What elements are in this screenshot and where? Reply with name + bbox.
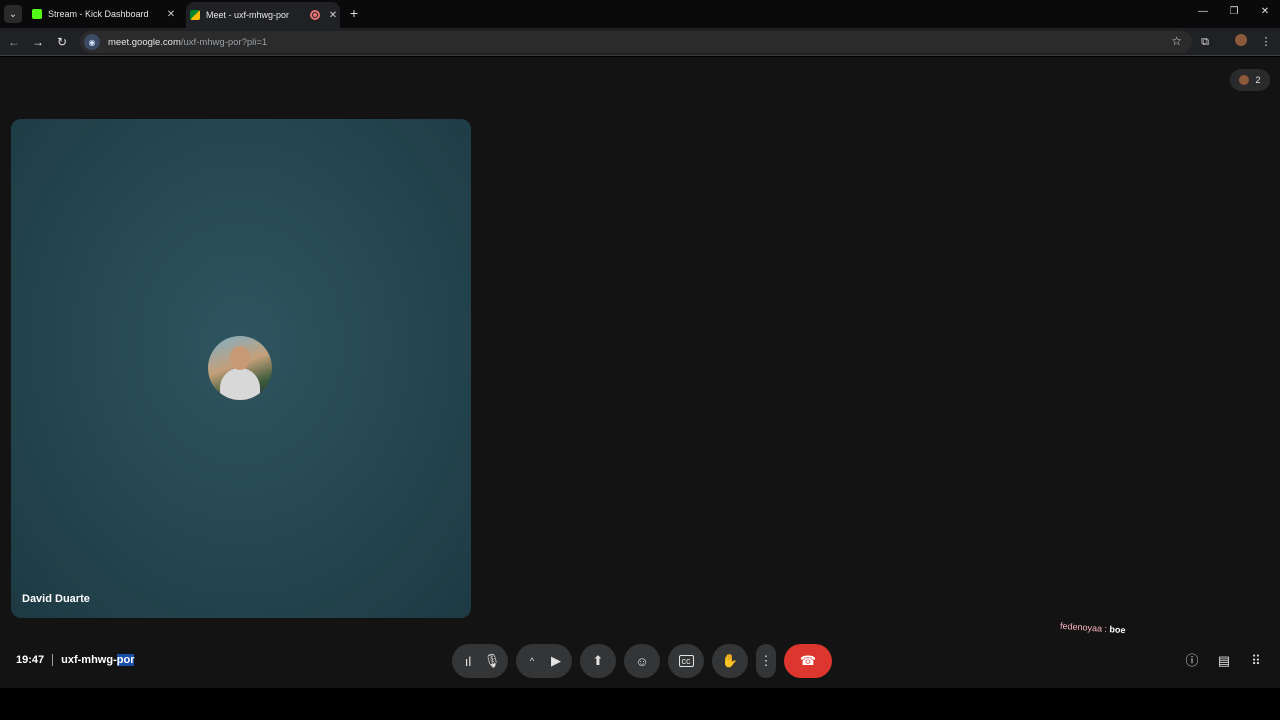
microphone-icon[interactable]: 🎙 [482, 653, 502, 669]
chat-icon[interactable]: ▤ [1215, 652, 1233, 670]
reload-icon[interactable]: ↻ [54, 34, 70, 50]
close-tab-icon[interactable]: ✕ [326, 10, 340, 21]
meet-favicon-icon [190, 10, 200, 20]
chat-message: boe [1109, 624, 1126, 636]
hand-icon: ✋ [721, 653, 739, 668]
restore-button[interactable]: ❐ [1226, 6, 1242, 17]
bottom-bar [0, 688, 1280, 720]
address-bar[interactable]: ◉ meet.google.com/uxf-mhwg-por?pli=1 ☆ [80, 31, 1192, 53]
close-window-button[interactable]: ✕ [1257, 6, 1273, 17]
leave-call-button[interactable]: ☎ [784, 644, 832, 678]
meeting-details-icon[interactable]: ⓘ [1183, 652, 1201, 670]
raise-hand-button[interactable]: ✋ [712, 644, 748, 678]
chevron-up-icon[interactable]: ^ [522, 656, 542, 666]
participant-tile[interactable]: David Duarte [11, 119, 471, 618]
activities-icon[interactable]: ⠿ [1247, 652, 1265, 670]
avatar [208, 336, 272, 400]
kick-favicon-icon [32, 9, 42, 19]
microphone-control: ıl 🎙 [452, 644, 508, 678]
url-text[interactable]: meet.google.com/uxf-mhwg-por?pli=1 [108, 37, 267, 48]
meeting-info: 19:47 uxf-mhwg-por [16, 654, 135, 666]
call-controls: ıl 🎙 ^ ▶ ⬆ ☺ cc ✋ ⋮ ☎ [452, 644, 832, 678]
captions-button[interactable]: cc [668, 644, 704, 678]
more-vert-icon: ⋮ [759, 653, 773, 668]
recording-indicator-icon [310, 10, 320, 20]
participants-chip[interactable]: 2 [1230, 69, 1270, 91]
end-call-icon: ☎ [799, 653, 817, 668]
participant-avatar-icon [1239, 75, 1250, 85]
tab-meet[interactable]: Meet - uxf-mhwg-por ✕ [186, 2, 340, 28]
present-screen-button[interactable]: ⬆ [580, 644, 616, 678]
present-icon: ⬆ [592, 653, 604, 668]
browser-menu-icon[interactable]: ⋮ [1258, 34, 1274, 50]
site-info-icon[interactable]: ◉ [84, 34, 100, 50]
browser-tab-strip: ⌄ Stream - Kick Dashboard ✕ Meet - uxf-m… [0, 0, 1280, 28]
extensions-icon[interactable]: ⧉ [1197, 34, 1213, 50]
divider [52, 654, 54, 666]
reactions-button[interactable]: ☺ [624, 644, 660, 678]
more-options-button[interactable]: ⋮ [756, 644, 776, 678]
audio-level-icon[interactable]: ıl [458, 654, 478, 669]
participant-count: 2 [1255, 75, 1261, 85]
profile-avatar-icon[interactable] [1233, 34, 1249, 50]
back-icon[interactable]: ← [6, 34, 22, 50]
browser-toolbar: ← → ↻ ◉ meet.google.com/uxf-mhwg-por?pli… [0, 28, 1280, 56]
captions-icon: cc [678, 655, 694, 667]
close-tab-icon[interactable]: ✕ [164, 9, 178, 20]
participant-name: David Duarte [22, 593, 90, 605]
tab-search-button[interactable]: ⌄ [4, 5, 22, 23]
avatar-body [220, 368, 260, 400]
avatar-face [230, 346, 250, 370]
tab-title: Stream - Kick Dashboard [48, 9, 149, 19]
tab-title: Meet - uxf-mhwg-por [206, 10, 290, 20]
meeting-code: uxf-mhwg-por [61, 654, 135, 666]
tab-kick-dashboard[interactable]: Stream - Kick Dashboard ✕ [28, 2, 178, 26]
clock: 19:47 [16, 654, 45, 666]
minimize-button[interactable]: — [1195, 6, 1211, 17]
camera-icon[interactable]: ▶ [546, 653, 566, 669]
forward-icon[interactable]: → [30, 34, 46, 50]
new-tab-button[interactable]: + [346, 5, 362, 21]
bookmark-star-icon[interactable]: ☆ [1171, 34, 1182, 48]
emoji-icon: ☺ [635, 653, 649, 669]
camera-control: ^ ▶ [516, 644, 572, 678]
